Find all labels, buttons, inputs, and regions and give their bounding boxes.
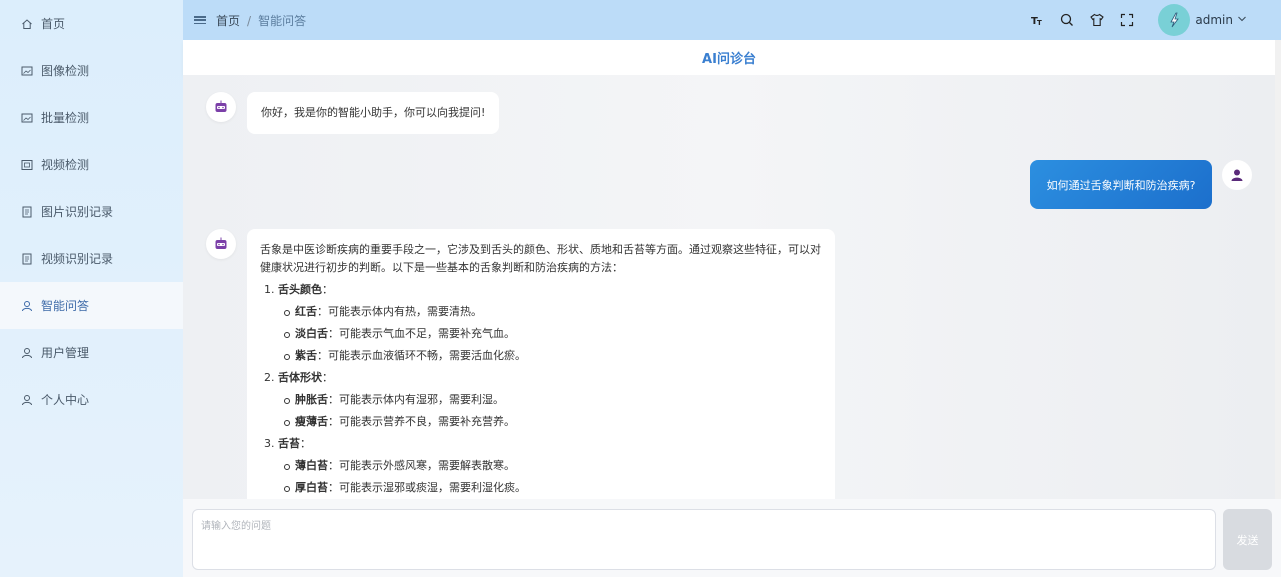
answer-desc: ：可能表示体内有湿邪，需要利湿。 xyxy=(328,393,504,406)
image-icon xyxy=(21,65,33,77)
sidebar-item-label: 智能问答 xyxy=(41,299,90,313)
input-area: 发送 xyxy=(183,499,1281,577)
answer-item: 紫舌：可能表示血液循环不畅，需要活血化瘀。 xyxy=(284,347,821,365)
bot-answer: 舌象是中医诊断疾病的重要手段之一，它涉及到舌头的颜色、形状、质地和舌苔等方面。通… xyxy=(247,229,835,499)
search-icon[interactable] xyxy=(1060,13,1074,27)
record-icon xyxy=(21,206,33,218)
sidebar-item-label: 图片识别记录 xyxy=(41,205,114,219)
sidebar-item-video-detect[interactable]: 视频检测 xyxy=(0,141,183,188)
sidebar-item-label: 用户管理 xyxy=(41,346,90,360)
answer-item: 红舌：可能表示体内有热，需要清热。 xyxy=(284,303,821,321)
sidebar-item-smart-qa[interactable]: 智能问答 xyxy=(0,282,183,329)
user-icon xyxy=(21,347,33,359)
answer-intro: 舌象是中医诊断疾病的重要手段之一，它涉及到舌头的颜色、形状、质地和舌苔等方面。通… xyxy=(260,243,821,274)
record-icon xyxy=(21,253,33,265)
sidebar-item-label: 批量检测 xyxy=(41,111,90,125)
answer-desc: ：可能表示外感风寒，需要解表散寒。 xyxy=(328,459,515,472)
answer-term: 肿胀舌 xyxy=(295,393,328,406)
home-icon xyxy=(21,18,33,30)
answer-term: 紫舌 xyxy=(295,349,317,362)
breadcrumb-home[interactable]: 首页 xyxy=(216,14,240,28)
breadcrumb-current: 智能问答 xyxy=(258,13,307,28)
answer-desc: ：可能表示湿邪或痰湿，需要利湿化痰。 xyxy=(328,481,526,494)
fullscreen-icon[interactable] xyxy=(1120,13,1134,27)
sidebar-item-label: 视频检测 xyxy=(41,158,90,172)
sidebar: 首页 图像检测 批量检测 视频检测 图片识别记录 视频识别记录 智能问答 用户管… xyxy=(0,0,183,577)
answer-term: 厚白苔 xyxy=(295,481,328,494)
robot-icon xyxy=(215,100,227,112)
person-icon xyxy=(1231,169,1243,181)
sidebar-item-image-detect[interactable]: 图像检测 xyxy=(0,47,183,94)
answer-item: 瘦薄舌：可能表示营养不良，需要补充营养。 xyxy=(284,413,821,431)
answer-item: 肿胀舌：可能表示体内有湿邪，需要利湿。 xyxy=(284,391,821,409)
page-title-bar: AI问诊台 xyxy=(183,40,1275,75)
user-message-text: 如何通过舌象判断和防治疾病? xyxy=(1046,178,1196,192)
question-input[interactable] xyxy=(192,509,1216,570)
user-icon xyxy=(21,394,33,406)
header-tools: TT admin xyxy=(1030,0,1281,40)
user-menu[interactable]: admin xyxy=(1158,4,1247,36)
image-icon xyxy=(21,112,33,124)
sidebar-item-label: 个人中心 xyxy=(41,393,90,407)
sidebar-item-profile[interactable]: 个人中心 xyxy=(0,376,183,423)
username: admin xyxy=(1195,13,1233,27)
answer-item: 薄白苔：可能表示外感风寒，需要解表散寒。 xyxy=(284,457,821,475)
answer-term: 薄白苔 xyxy=(295,459,328,472)
answer-section-title: 舌体形状 xyxy=(278,371,322,384)
answer-term: 红舌 xyxy=(295,305,317,318)
answer-section: 舌苔： 薄白苔：可能表示外感风寒，需要解表散寒。 厚白苔：可能表示湿邪或痰湿，需… xyxy=(278,435,821,497)
sidebar-item-home[interactable]: 首页 xyxy=(0,0,183,47)
chat-area[interactable]: 你好，我是你的智能小助手，你可以向我提问! 如何通过舌象判断和防治疾病? 舌象是… xyxy=(183,75,1275,499)
menu-toggle-icon[interactable] xyxy=(194,14,206,26)
sidebar-item-image-records[interactable]: 图片识别记录 xyxy=(0,188,183,235)
scrollbar[interactable] xyxy=(1275,40,1281,499)
answer-item: 淡白舌：可能表示气血不足，需要补充气血。 xyxy=(284,325,821,343)
breadcrumb-separator: / xyxy=(247,13,252,28)
top-header: 首页 / 智能问答 TT admin xyxy=(183,0,1281,40)
send-button[interactable]: 发送 xyxy=(1223,509,1272,570)
answer-desc: ：可能表示体内有热，需要清热。 xyxy=(317,305,482,318)
answer-term: 瘦薄舌 xyxy=(295,415,328,428)
video-icon xyxy=(21,159,33,171)
answer-item: 厚白苔：可能表示湿邪或痰湿，需要利湿化痰。 xyxy=(284,479,821,497)
user-icon xyxy=(21,300,33,312)
font-size-icon[interactable]: TT xyxy=(1030,13,1044,27)
svg-text:T: T xyxy=(1037,19,1042,27)
page-title: AI问诊台 xyxy=(702,52,756,67)
user-avatar xyxy=(1222,160,1252,190)
answer-term: 淡白舌 xyxy=(295,327,328,340)
answer-desc: ：可能表示血液循环不畅，需要活血化瘀。 xyxy=(317,349,526,362)
answer-desc: ：可能表示气血不足，需要补充气血。 xyxy=(328,327,515,340)
sidebar-item-video-records[interactable]: 视频识别记录 xyxy=(0,235,183,282)
sidebar-item-label: 首页 xyxy=(41,17,66,31)
chevron-down-icon xyxy=(1237,13,1247,27)
answer-section: 舌头颜色： 红舌：可能表示体内有热，需要清热。 淡白舌：可能表示气血不足，需要补… xyxy=(278,281,821,365)
answer-section-title: 舌苔 xyxy=(278,437,300,450)
theme-shirt-icon[interactable] xyxy=(1090,13,1105,27)
bot-avatar xyxy=(206,92,236,122)
answer-list: 舌头颜色： 红舌：可能表示体内有热，需要清热。 淡白舌：可能表示气血不足，需要补… xyxy=(260,281,821,497)
answer-desc: ：可能表示营养不良，需要补充营养。 xyxy=(328,415,515,428)
answer-section-title: 舌头颜色 xyxy=(278,283,322,296)
breadcrumb: 首页 / 智能问答 xyxy=(216,12,306,29)
sidebar-item-label: 图像检测 xyxy=(41,64,90,78)
bot-message: 你好，我是你的智能小助手，你可以向我提问! xyxy=(247,92,500,134)
answer-section: 舌体形状： 肿胀舌：可能表示体内有湿邪，需要利湿。 瘦薄舌：可能表示营养不良，需… xyxy=(278,369,821,431)
robot-icon xyxy=(215,237,227,249)
user-message: 如何通过舌象判断和防治疾病? xyxy=(1030,160,1212,209)
sidebar-item-batch-detect[interactable]: 批量检测 xyxy=(0,94,183,141)
sidebar-item-user-management[interactable]: 用户管理 xyxy=(0,329,183,376)
bot-message-text: 你好，我是你的智能小助手，你可以向我提问! xyxy=(261,106,486,119)
avatar xyxy=(1158,4,1191,36)
bot-avatar xyxy=(206,229,236,259)
sidebar-item-label: 视频识别记录 xyxy=(41,252,114,266)
